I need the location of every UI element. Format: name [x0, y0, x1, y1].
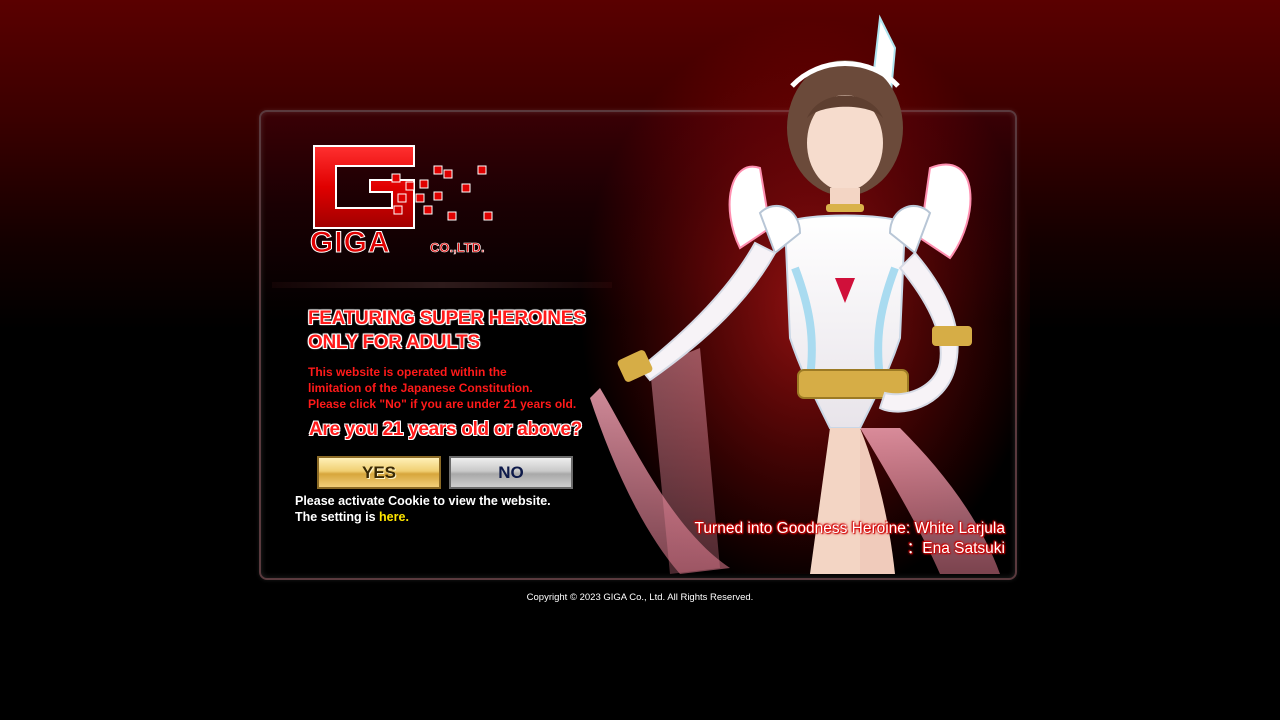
copyright: Copyright © 2023 GIGA Co., Ltd. All Righ…: [526, 592, 754, 603]
age-question: Are you 21 years old or above?: [309, 419, 582, 440]
cookie-settings-link[interactable]: here.: [379, 510, 409, 524]
cookie-notice: Please activate Cookie to view the websi…: [295, 493, 551, 525]
headline-line-2: ONLY FOR ADULTS: [308, 332, 480, 353]
notice-line-1: This website is operated within the: [308, 365, 507, 379]
logo-suffix: CO.,LTD.: [430, 240, 485, 256]
headline-line-1: FEATURING SUPER HEROINES: [308, 308, 586, 329]
cookie-line-2-text: The setting is: [295, 510, 380, 524]
cookie-line-1: Please activate Cookie to view the websi…: [295, 494, 551, 508]
giga-logo: GIGA CO.,LTD.: [306, 136, 506, 266]
heroine-illustration: [580, 14, 1040, 598]
logo-wordmark: GIGA: [310, 226, 391, 260]
notice-line-3: Please click "No" if you are under 21 ye…: [308, 397, 577, 411]
caption-performer: ：Ena Satsuki: [906, 540, 1005, 557]
image-caption: Turned into Goodness Heroine: White Larj…: [695, 519, 1005, 559]
no-button[interactable]: NO: [449, 456, 573, 489]
legal-notice: This website is operated within the limi…: [308, 364, 576, 412]
notice-line-2: limitation of the Japanese Constitution.: [308, 381, 533, 395]
yes-button[interactable]: YES: [317, 456, 441, 489]
headline: FEATURING SUPER HEROINES ONLY FOR ADULTS: [308, 307, 586, 355]
heroine-figure-image: [560, 8, 1040, 598]
cookie-line-2: The setting is here.: [295, 509, 551, 525]
caption-title: Turned into Goodness Heroine: White Larj…: [694, 520, 1005, 537]
